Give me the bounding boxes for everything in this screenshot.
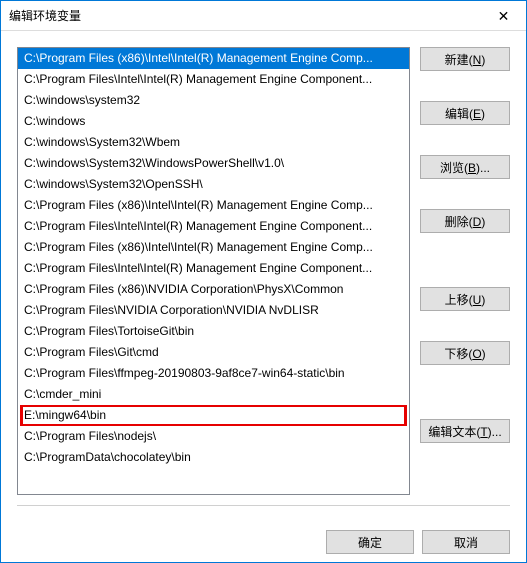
dialog-title: 编辑环境变量: [9, 7, 81, 24]
ok-button[interactable]: 确定: [326, 530, 414, 554]
move-down-button[interactable]: 下移(O): [420, 341, 510, 365]
list-item[interactable]: C:\Program Files\Git\cmd: [18, 342, 409, 363]
list-item[interactable]: C:\windows: [18, 111, 409, 132]
main-row: C:\Program Files (x86)\Intel\Intel(R) Ma…: [17, 47, 510, 495]
list-item[interactable]: C:\windows\System32\WindowsPowerShell\v1…: [18, 153, 409, 174]
list-item[interactable]: C:\Program Files\NVIDIA Corporation\NVID…: [18, 300, 409, 321]
cancel-button[interactable]: 取消: [422, 530, 510, 554]
browse-button[interactable]: 浏览(B)...: [420, 155, 510, 179]
dialog-footer: 确定 取消: [1, 518, 526, 562]
list-item[interactable]: C:\Program Files (x86)\Intel\Intel(R) Ma…: [18, 237, 409, 258]
list-item[interactable]: C:\Program Files\Intel\Intel(R) Manageme…: [18, 216, 409, 237]
list-item[interactable]: C:\ProgramData\chocolatey\bin: [18, 447, 409, 468]
list-item[interactable]: C:\windows\System32\OpenSSH\: [18, 174, 409, 195]
dialog-window: 编辑环境变量 ✕ C:\Program Files (x86)\Intel\In…: [0, 0, 527, 563]
list-item[interactable]: C:\Program Files\ffmpeg-20190803-9af8ce7…: [18, 363, 409, 384]
dialog-content: C:\Program Files (x86)\Intel\Intel(R) Ma…: [1, 31, 526, 518]
list-item[interactable]: C:\Program Files\Intel\Intel(R) Manageme…: [18, 69, 409, 90]
list-item[interactable]: C:\Program Files\Intel\Intel(R) Manageme…: [18, 258, 409, 279]
new-button[interactable]: 新建(N): [420, 47, 510, 71]
button-column: 新建(N) 编辑(E) 浏览(B)... 删除(D) 上移(U) 下移(O) 编…: [420, 47, 510, 495]
close-icon: ✕: [498, 9, 510, 23]
edit-button[interactable]: 编辑(E): [420, 101, 510, 125]
list-item[interactable]: C:\Program Files\nodejs\: [18, 426, 409, 447]
list-item[interactable]: E:\mingw64\bin: [18, 405, 409, 426]
divider: [17, 505, 510, 506]
close-button[interactable]: ✕: [481, 1, 526, 30]
list-item[interactable]: C:\windows\system32: [18, 90, 409, 111]
delete-button[interactable]: 删除(D): [420, 209, 510, 233]
list-item[interactable]: C:\cmder_mini: [18, 384, 409, 405]
path-listbox[interactable]: C:\Program Files (x86)\Intel\Intel(R) Ma…: [17, 47, 410, 495]
list-item[interactable]: C:\Program Files (x86)\Intel\Intel(R) Ma…: [18, 195, 409, 216]
list-item[interactable]: C:\Program Files (x86)\NVIDIA Corporatio…: [18, 279, 409, 300]
move-up-button[interactable]: 上移(U): [420, 287, 510, 311]
list-item[interactable]: C:\Program Files (x86)\Intel\Intel(R) Ma…: [18, 48, 409, 69]
list-item[interactable]: C:\windows\System32\Wbem: [18, 132, 409, 153]
list-item[interactable]: C:\Program Files\TortoiseGit\bin: [18, 321, 409, 342]
edit-text-button[interactable]: 编辑文本(T)...: [420, 419, 510, 443]
titlebar: 编辑环境变量 ✕: [1, 1, 526, 31]
